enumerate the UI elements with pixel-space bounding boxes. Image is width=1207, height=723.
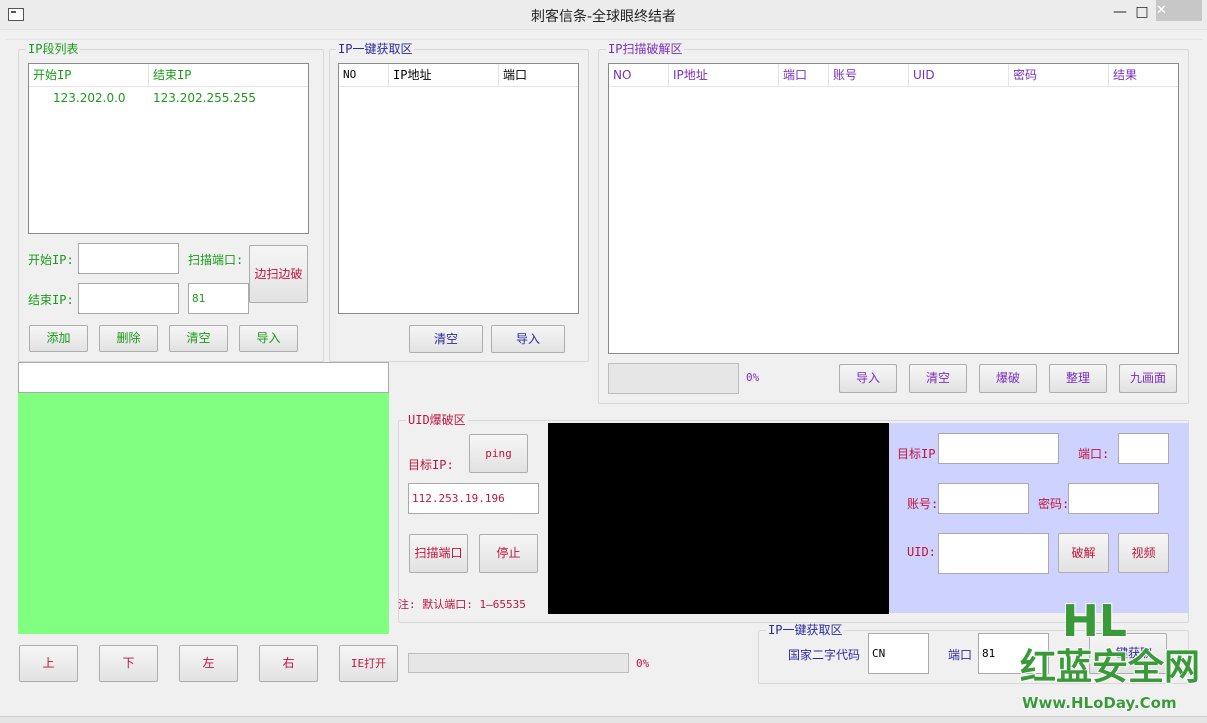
ip-get-import-button[interactable]: 导入 xyxy=(491,325,565,353)
end-ip-label: 结束IP: xyxy=(28,293,74,307)
scan-import-button[interactable]: 导入 xyxy=(839,364,897,393)
scan-crack-start-button[interactable]: 爆破 xyxy=(979,364,1037,393)
maximize-button[interactable]: □ xyxy=(1128,2,1156,24)
scan-crack-title: IP扫描破解区 xyxy=(606,42,685,56)
import-button[interactable]: 导入 xyxy=(239,325,298,352)
target-panel-ip-label: 目标IP: xyxy=(897,447,943,461)
watermark-line2: 红蓝安全网 xyxy=(1020,646,1200,688)
target-panel-account-label: 账号: xyxy=(907,497,939,511)
row-start-ip: 123.202.0.0 xyxy=(53,91,126,105)
target-panel-password-input[interactable] xyxy=(1068,483,1159,514)
country-code-input[interactable]: CN xyxy=(868,633,929,674)
col-end-ip[interactable]: 结束IP xyxy=(149,64,308,87)
nav-progress-text: 0% xyxy=(636,657,650,670)
delete-button[interactable]: 删除 xyxy=(99,325,158,352)
nav-progress xyxy=(408,653,629,673)
scan-crack-list-header: NO IP地址 端口 账号 UID 密码 结果 xyxy=(609,64,1178,87)
title-bar: 刺客信条-全球眼终结者 — □ ✕ xyxy=(0,0,1207,30)
ip-range-list-header: 开始IP 结束IP xyxy=(29,64,308,87)
ip-get-clear-button[interactable]: 清空 xyxy=(409,325,483,353)
nine-screen-button[interactable]: 九画面 xyxy=(1119,364,1177,393)
start-ip-input[interactable] xyxy=(78,243,179,274)
start-ip-label: 开始IP: xyxy=(28,253,74,267)
ip-get2-title: IP一键获取区 xyxy=(766,623,845,637)
pan-left-button[interactable]: 左 xyxy=(179,645,238,682)
scan-sort-button[interactable]: 整理 xyxy=(1049,364,1107,393)
col-port[interactable]: 端口 xyxy=(499,64,578,87)
video-output-panel xyxy=(548,423,889,614)
col-result[interactable]: 结果 xyxy=(1109,64,1178,87)
scan-port-input[interactable]: 81 xyxy=(188,283,249,314)
target-panel-ip-input[interactable] xyxy=(938,433,1059,464)
decrypt-button[interactable]: 破解 xyxy=(1058,533,1109,573)
col-no[interactable]: NO xyxy=(339,64,389,87)
ie-open-button[interactable]: IE打开 xyxy=(339,645,398,682)
bottom-strip xyxy=(0,716,1207,723)
window-title: 刺客信条-全球眼终结者 xyxy=(530,9,677,25)
video-button[interactable]: 视频 xyxy=(1118,533,1169,573)
video-preview-panel xyxy=(18,393,389,634)
scan-crack-list[interactable]: NO IP地址 端口 账号 UID 密码 结果 xyxy=(608,63,1179,354)
watermark-line1: HL xyxy=(1062,596,1127,647)
stop-button[interactable]: 停止 xyxy=(479,534,538,573)
scan-crack-button[interactable]: 边扫边破 xyxy=(249,245,308,303)
clear-button[interactable]: 清空 xyxy=(169,325,228,352)
target-panel-uid-label: UID: xyxy=(907,545,936,559)
col-no[interactable]: NO xyxy=(609,64,669,87)
menu-strip xyxy=(6,32,1202,40)
ip-range-list[interactable]: 开始IP 结束IP 123.202.0.0 123.202.255.255 xyxy=(28,63,309,234)
target-ip-label: 目标IP: xyxy=(408,458,454,472)
target-panel-uid-input[interactable] xyxy=(938,533,1049,574)
col-uid[interactable]: UID xyxy=(909,64,1009,87)
ip-get2-port-label: 端口 xyxy=(948,648,973,662)
scan-port-label: 扫描端口: xyxy=(188,253,244,267)
country-code-label: 国家二字代码 xyxy=(788,648,861,662)
pan-down-button[interactable]: 下 xyxy=(99,645,158,682)
col-ip-address[interactable]: IP地址 xyxy=(669,64,779,87)
ip-get-list[interactable]: NO IP地址 端口 xyxy=(338,63,579,314)
target-ip-input[interactable]: 112.253.19.196 xyxy=(408,483,539,514)
target-panel-port-input[interactable] xyxy=(1118,433,1169,464)
target-panel-account-input[interactable] xyxy=(938,483,1029,514)
scan-crack-progress xyxy=(608,363,739,394)
end-ip-input[interactable] xyxy=(78,283,179,314)
col-ip-address[interactable]: IP地址 xyxy=(389,64,499,87)
uid-crack-title: UID爆破区 xyxy=(406,413,468,427)
pan-right-button[interactable]: 右 xyxy=(259,645,318,682)
col-password[interactable]: 密码 xyxy=(1009,64,1109,87)
watermark-line3: Www.HLoDay.Com xyxy=(1022,694,1177,712)
target-panel: 目标IP: 端口: 账号: 密码: UID: 破解 视频 xyxy=(889,423,1189,613)
close-button[interactable]: ✕ xyxy=(1156,0,1202,21)
ping-button[interactable]: ping xyxy=(469,434,528,473)
preview-address-input[interactable] xyxy=(18,362,389,393)
col-account[interactable]: 账号 xyxy=(829,64,909,87)
ip-get-list-header: NO IP地址 端口 xyxy=(339,64,578,87)
col-start-ip[interactable]: 开始IP xyxy=(29,64,149,87)
scan-crack-progress-text: 0% xyxy=(746,371,760,384)
target-panel-password-label: 密码: xyxy=(1038,497,1070,511)
table-row[interactable]: 123.202.0.0 123.202.255.255 xyxy=(29,88,308,108)
ip-get-title: IP一键获取区 xyxy=(336,42,415,56)
ip-list-title: IP段列表 xyxy=(26,42,81,56)
add-button[interactable]: 添加 xyxy=(29,325,88,352)
row-end-ip: 123.202.255.255 xyxy=(153,91,257,105)
hlday-watermark-logo: HL 红蓝安全网 Www.HLoDay.Com xyxy=(1020,596,1201,713)
pan-up-button[interactable]: 上 xyxy=(19,645,78,682)
default-port-note: 注: 默认端口: 1—65535 xyxy=(398,598,526,611)
scan-port-button[interactable]: 扫描端口 xyxy=(409,534,468,573)
scan-clear-button[interactable]: 清空 xyxy=(909,364,967,393)
col-port[interactable]: 端口 xyxy=(779,64,829,87)
target-panel-port-label: 端口: xyxy=(1078,447,1110,461)
